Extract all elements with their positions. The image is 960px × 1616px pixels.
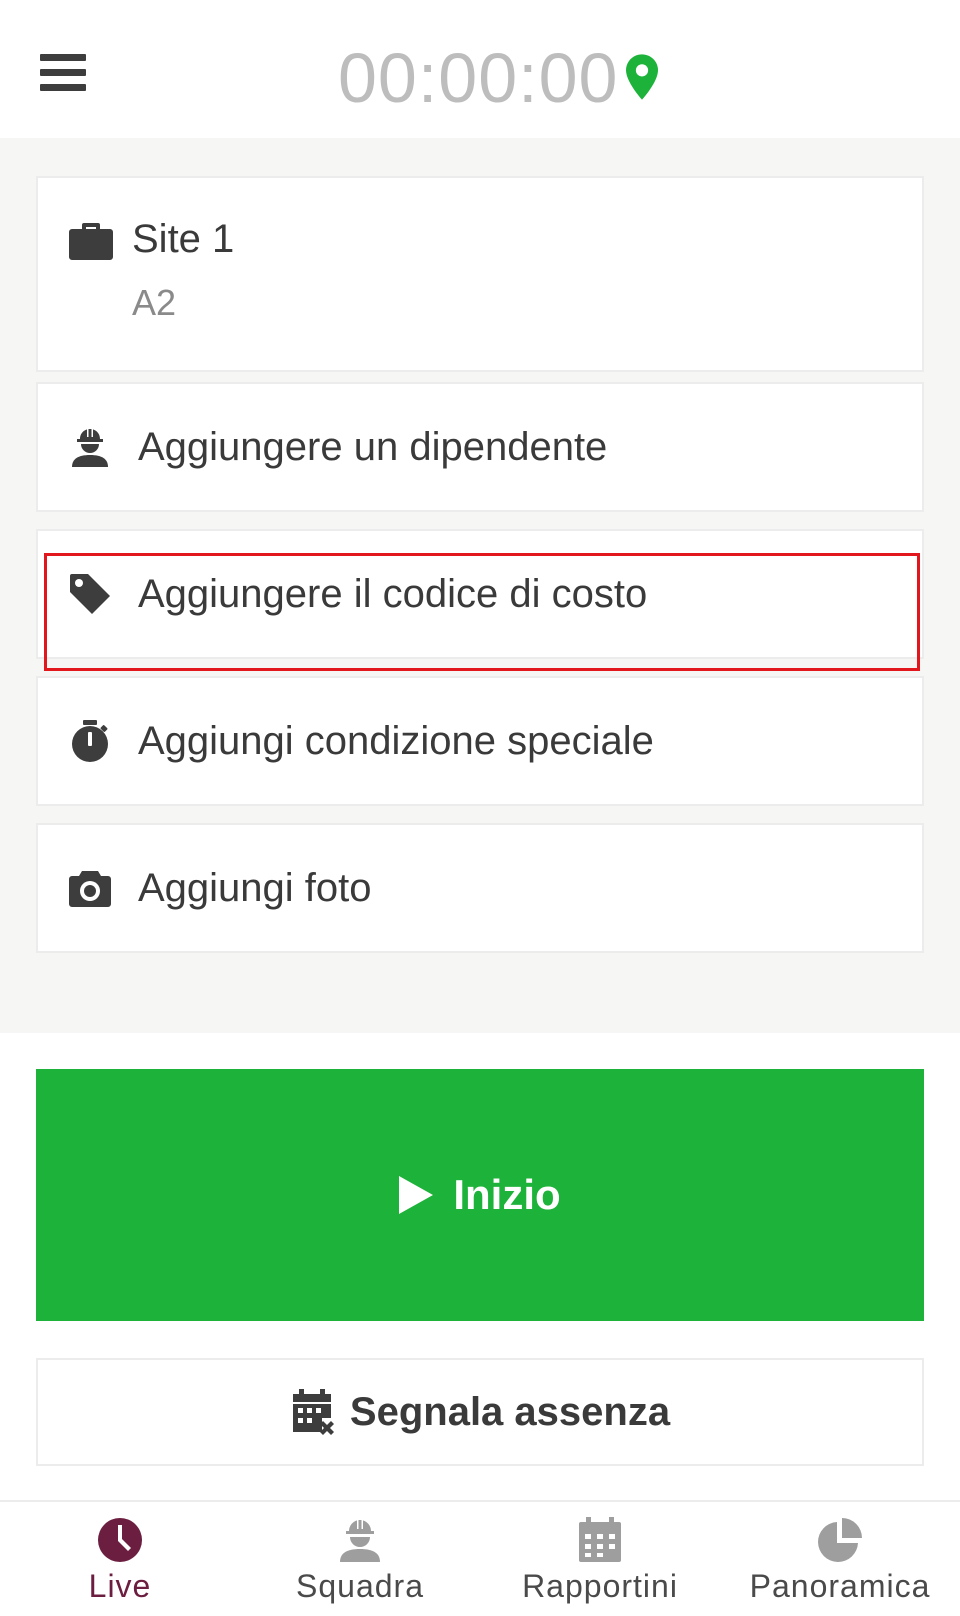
report-absence-label: Segnala assenza xyxy=(349,1389,671,1434)
nav-rapportini-label: Rapportini xyxy=(522,1568,678,1604)
stopwatch-icon xyxy=(72,720,108,762)
calendar-icon xyxy=(579,1517,621,1562)
add-special-condition-label: Aggiungi condizione speciale xyxy=(138,719,654,763)
worker-icon xyxy=(72,428,108,467)
nav-live[interactable]: Live xyxy=(0,1502,240,1616)
tag-icon xyxy=(70,574,110,614)
location-pin-icon xyxy=(626,54,658,100)
report-absence-button[interactable]: Segnala assenza xyxy=(36,1358,924,1466)
nav-panoramica[interactable]: Panoramica xyxy=(720,1502,960,1616)
worker-icon xyxy=(340,1519,380,1562)
clock-icon xyxy=(98,1518,142,1562)
bottom-navigation: Live Squadra Rapportini Panoramica xyxy=(0,1500,960,1616)
nav-squadra-label: Squadra xyxy=(296,1568,424,1604)
start-label: Inizio xyxy=(453,1171,561,1218)
add-photo-button[interactable]: Aggiungi foto xyxy=(36,823,924,953)
start-button[interactable]: Inizio xyxy=(36,1069,924,1321)
top-bar: 00:00:00 xyxy=(0,0,960,138)
nav-rapportini[interactable]: Rapportini xyxy=(480,1502,720,1616)
site-card[interactable]: Site 1 A2 xyxy=(36,176,924,372)
site-subtitle: A2 xyxy=(132,282,177,323)
play-icon xyxy=(399,1176,434,1214)
add-special-condition-button[interactable]: Aggiungi condizione speciale xyxy=(36,676,924,806)
briefcase-icon xyxy=(69,223,113,260)
add-photo-label: Aggiungi foto xyxy=(138,866,372,910)
camera-icon xyxy=(69,871,111,907)
nav-squadra[interactable]: Squadra xyxy=(240,1502,480,1616)
main-content: Site 1 A2 Aggiungere un dipendente Aggiu… xyxy=(0,138,960,1033)
hamburger-menu-icon[interactable] xyxy=(40,54,86,92)
timer-display: 00:00:00 xyxy=(338,39,619,117)
nav-panoramica-label: Panoramica xyxy=(749,1568,931,1604)
calendar-x-icon xyxy=(292,1389,334,1435)
site-name: Site 1 xyxy=(132,217,235,261)
add-cost-code-label: Aggiungere il codice di costo xyxy=(138,572,648,616)
nav-live-label: Live xyxy=(88,1568,152,1604)
add-cost-code-button[interactable]: Aggiungere il codice di costo xyxy=(36,529,924,659)
pie-chart-icon xyxy=(818,1518,862,1562)
add-employee-label: Aggiungere un dipendente xyxy=(138,425,608,469)
add-employee-button[interactable]: Aggiungere un dipendente xyxy=(36,382,924,512)
